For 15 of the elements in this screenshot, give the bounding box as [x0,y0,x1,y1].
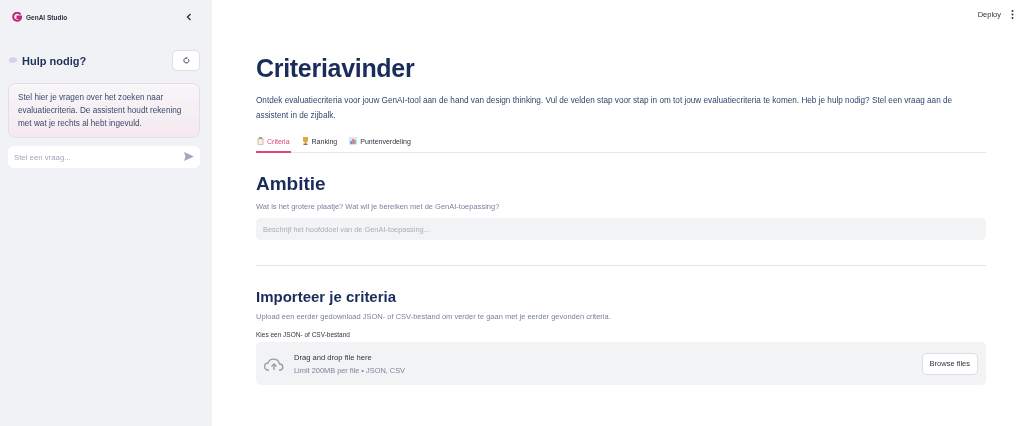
section-heading: Ambitie [256,173,327,195]
trophy-icon [301,137,309,145]
section-heading: Importeer je criteria [256,288,398,305]
info-card: Stel hier je vragen over het zoeken naar evaluatiecriteria. De assistent houdt rekening met wat je rechts al hebt ingevuld. [8,83,200,138]
page-title: Criteriavinder [256,54,416,83]
cloud-upload-icon [264,356,284,371]
speech-bubble-icon [8,57,17,64]
bar-chart-icon [349,137,358,145]
logo-icon [12,12,22,22]
intro-text: Ontdek evaluatiecriteria voor jouw GenAI-tool aan de hand van design thinking. Vul de velden stap voor stap in om tot jouw evaluatiecriteria te komen. Heb je hulp nodig? Stel een vraag aan de assistent in de zijbalk. [256,95,954,122]
menu-icon[interactable] [1011,9,1014,19]
collapse-icon[interactable] [186,13,192,21]
clipboard-icon [257,137,264,145]
help-title: Hulp nodig? [22,54,87,67]
refresh-icon [182,57,190,64]
